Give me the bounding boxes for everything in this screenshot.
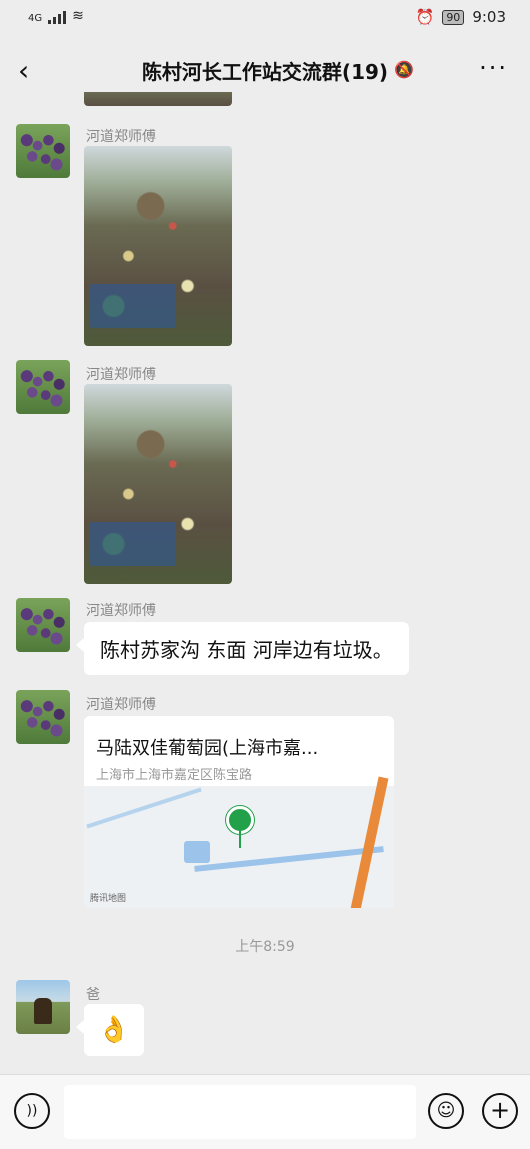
- avatar[interactable]: [16, 598, 70, 652]
- location-name: 马陆双佳葡萄园(上海市嘉...: [96, 738, 319, 759]
- message-input[interactable]: [64, 1085, 416, 1139]
- sender-name: 河道郑师傅: [86, 129, 156, 145]
- text-message[interactable]: 陈村苏家沟 东面 河岸边有垃圾。: [76, 622, 409, 675]
- sender-name: 河道郑师傅: [86, 367, 156, 383]
- more-button[interactable]: ···: [479, 54, 508, 82]
- location-card[interactable]: 马陆双佳葡萄园(上海市嘉... 上海市上海市嘉定区陈宝路 腾讯地图: [84, 716, 394, 908]
- previous-image-snippet[interactable]: [84, 92, 232, 106]
- wifi-icon: ≋: [72, 8, 84, 24]
- status-bar: 4G ≋ ⏰ 90 9:03: [0, 0, 530, 36]
- network-label: 4G: [28, 13, 43, 24]
- avatar[interactable]: [16, 980, 70, 1034]
- bell-off-icon: 🔕: [394, 60, 414, 79]
- photo-watermark: [90, 284, 176, 328]
- voice-icon[interactable]: )): [14, 1093, 50, 1129]
- chat-title: 陈村河长工作站交流群(19): [141, 60, 389, 84]
- map-preview: 腾讯地图: [84, 776, 394, 908]
- chat-header: ‹ 陈村河长工作站交流群(19) 🔕 ···: [0, 40, 530, 100]
- input-bar: )) ☺ +: [0, 1074, 530, 1149]
- photo-watermark: [90, 522, 176, 566]
- battery-icon: 90: [442, 9, 465, 25]
- avatar[interactable]: [16, 360, 70, 414]
- avatar[interactable]: [16, 690, 70, 744]
- message-image[interactable]: [84, 146, 232, 346]
- sender-name: 爸: [86, 987, 100, 1003]
- message-image[interactable]: [84, 384, 232, 584]
- clock: 9:03: [472, 8, 506, 26]
- timestamp: 上午8:59: [235, 939, 295, 955]
- map-credit: 腾讯地图: [90, 894, 127, 904]
- emoji-message[interactable]: 👌: [76, 1004, 144, 1056]
- alarm-icon: ⏰: [415, 8, 435, 26]
- emoji-icon[interactable]: ☺: [428, 1093, 464, 1129]
- sender-name: 河道郑师傅: [86, 603, 156, 619]
- location-address: 上海市上海市嘉定区陈宝路: [96, 768, 253, 783]
- sender-name: 河道郑师傅: [86, 697, 156, 713]
- plus-icon[interactable]: +: [482, 1093, 518, 1129]
- avatar[interactable]: [16, 124, 70, 178]
- signal-icon: [48, 10, 67, 24]
